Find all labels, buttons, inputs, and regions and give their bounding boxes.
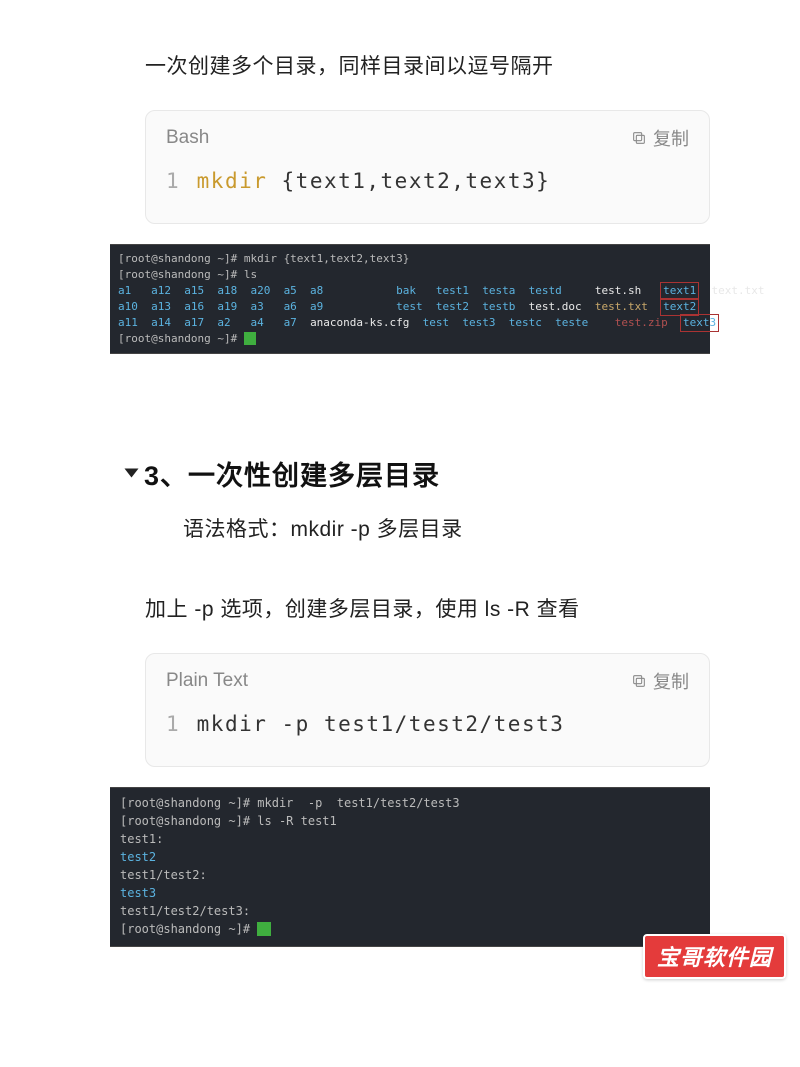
- code-line: mkdir {text1,text2,text3}: [197, 169, 551, 193]
- copy-button[interactable]: 复制: [631, 125, 689, 151]
- code-language-label: Bash: [166, 127, 209, 149]
- chevron-down-icon: [125, 469, 139, 478]
- intro-paragraph-2: 加上 -p 选项，创建多层目录，使用 ls -R 查看: [145, 593, 750, 623]
- intro-paragraph-1: 一次创建多个目录，同样目录间以逗号隔开: [145, 50, 750, 80]
- code-block-bash: Bash 复制 1 mkdir {text1,text2,text3}: [145, 110, 710, 224]
- syntax-format-text: 语法格式：mkdir -p 多层目录: [183, 513, 750, 543]
- line-number: 1: [166, 712, 179, 736]
- copy-icon: [631, 130, 647, 146]
- code-language-label: Plain Text: [166, 670, 248, 692]
- line-number: 1: [166, 169, 179, 193]
- terminal-output-2: [root@shandong ~]# mkdir -p test1/test2/…: [110, 787, 710, 947]
- copy-button[interactable]: 复制: [631, 668, 689, 694]
- terminal-output-1: [root@shandong ~]# mkdir {text1,text2,te…: [110, 244, 710, 354]
- copy-label: 复制: [653, 125, 689, 151]
- copy-icon: [631, 673, 647, 689]
- section-title: 3、一次性创建多层目录: [144, 454, 440, 493]
- watermark-badge: 宝哥软件园: [643, 934, 786, 979]
- code-line: mkdir -p test1/test2/test3: [197, 712, 565, 736]
- code-block-plaintext: Plain Text 复制 1 mkdir -p test1/test2/tes…: [145, 653, 710, 767]
- section-header[interactable]: 3、一次性创建多层目录: [127, 454, 750, 493]
- copy-label: 复制: [653, 668, 689, 694]
